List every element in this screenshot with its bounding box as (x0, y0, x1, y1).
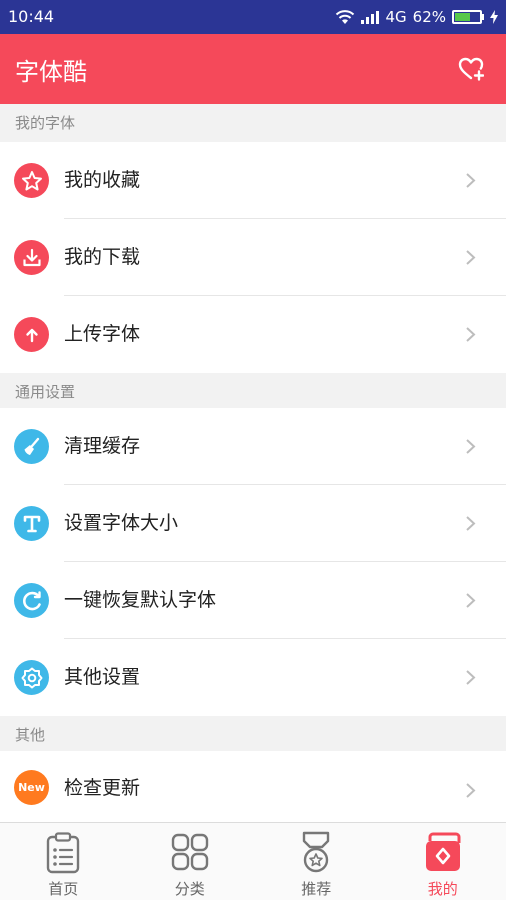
menu-item-label: 一键恢复默认字体 (64, 589, 217, 611)
chevron-right-icon (466, 670, 476, 685)
menu-item-label: 检查更新 (64, 777, 141, 799)
page-title: 字体酷 (15, 58, 87, 86)
chevron-right-icon (466, 593, 476, 608)
medal-icon (303, 831, 330, 873)
menu-item-label: 我的收藏 (64, 169, 141, 191)
menu-item-font-size[interactable]: 设置字体大小 (0, 485, 506, 562)
charging-icon (490, 10, 498, 24)
tab-category[interactable]: 分类 (127, 823, 254, 900)
section-header-my-fonts: 我的字体 (0, 104, 506, 142)
menu-item-label: 我的下载 (64, 246, 141, 268)
menu-item-label: 设置字体大小 (64, 512, 179, 534)
broom-icon (14, 429, 49, 464)
new-badge-text: New (18, 781, 45, 794)
menu-item-other-settings[interactable]: 其他设置 (0, 639, 506, 716)
new-badge-icon: New (14, 770, 49, 805)
menu-item-label: 其他设置 (64, 666, 141, 688)
section-header-other: 其他 (0, 716, 506, 754)
tab-label: 我的 (427, 880, 458, 898)
chevron-right-icon (466, 250, 476, 265)
menu-item-label: 清理缓存 (64, 435, 141, 457)
app-bar: 字体酷 (0, 34, 506, 104)
tab-label: 首页 (48, 880, 79, 898)
network-type: 4G (385, 8, 407, 26)
tab-home[interactable]: 首页 (0, 823, 127, 900)
chevron-right-icon (466, 516, 476, 531)
heart-plus-icon[interactable] (458, 56, 484, 82)
menu-item-favorites[interactable]: 我的收藏 (0, 142, 506, 219)
tab-mine[interactable]: 我的 (380, 823, 506, 900)
tab-label: 分类 (174, 880, 205, 898)
star-icon (14, 163, 49, 198)
clipboard-list-icon (47, 832, 80, 874)
status-icons: 4G 62% (335, 6, 498, 28)
menu-item-downloads[interactable]: 我的下载 (0, 219, 506, 296)
menu-item-upload-font[interactable]: 上传字体 (0, 296, 506, 373)
profile-card-icon (425, 832, 461, 871)
wifi-icon (336, 10, 355, 24)
menu-item-clear-cache[interactable]: 清理缓存 (0, 408, 506, 485)
grid-icon (171, 833, 208, 871)
cell-signal-icon (361, 10, 380, 24)
menu-item-label: 上传字体 (64, 323, 141, 345)
tab-label: 推荐 (301, 880, 332, 898)
tab-recommend[interactable]: 推荐 (253, 823, 380, 900)
status-bar: 10:44 4G 62% (0, 0, 506, 34)
upload-arrow-icon (14, 317, 49, 352)
download-icon (14, 240, 49, 275)
menu-item-check-update[interactable]: New 检查更新 (0, 751, 506, 822)
chevron-right-icon (466, 439, 476, 454)
bottom-tab-bar: 首页 分类 推荐 我的 (0, 822, 506, 900)
menu-item-restore-default-font[interactable]: 一键恢复默认字体 (0, 562, 506, 639)
battery-percent: 62% (412, 8, 446, 26)
battery-icon (452, 10, 484, 24)
status-time: 10:44 (8, 7, 55, 26)
chevron-right-icon (466, 783, 476, 798)
chevron-right-icon (466, 173, 476, 188)
chevron-right-icon (466, 327, 476, 342)
section-header-general-settings: 通用设置 (0, 373, 506, 411)
font-size-icon (14, 506, 49, 541)
settings-icon (14, 660, 49, 695)
restore-icon (14, 583, 49, 618)
